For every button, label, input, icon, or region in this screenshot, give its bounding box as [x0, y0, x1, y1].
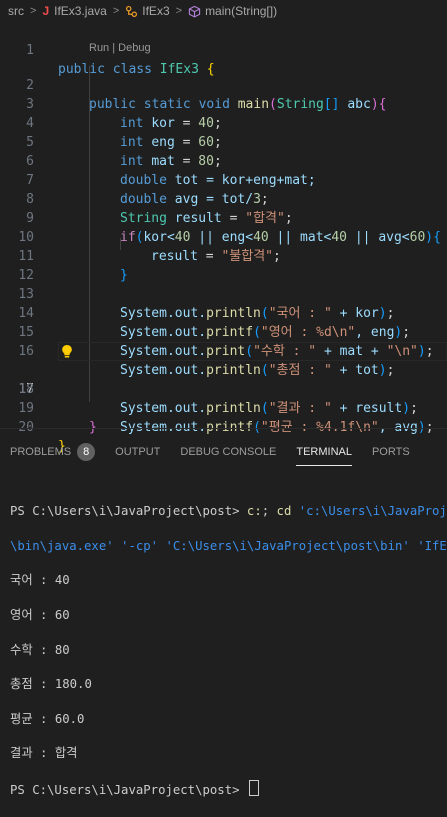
code-line: 9 if(kor<40 || eng<40 || mat<40 || avg<6… [0, 190, 447, 245]
breadcrumb-class-label: IfEx3 [142, 4, 170, 18]
code-line: 2 public static void main(String[] abc){ [0, 57, 447, 112]
terminal-line: PS C:\Users\i\JavaProject\post> c:; cd '… [10, 504, 447, 519]
code-line: 14 System.out.printf("영어 : %d\n", eng); [0, 285, 447, 340]
tab-output[interactable]: OUTPUT [115, 432, 160, 472]
tab-ports[interactable]: PORTS [372, 432, 410, 472]
terminal-line: 평균 : 60.0 [10, 711, 85, 726]
panel-tabs: PROBLEMS 8 OUTPUT DEBUG CONSOLE TERMINAL… [0, 432, 447, 472]
code-line: 10 result = "불합격"; [0, 209, 447, 264]
code-line-active: 17 System.out.printf("평균 : %4.1f\n", avg… [0, 342, 447, 435]
code-line: 6 double tot = kor+eng+mat; [0, 133, 447, 188]
current-line-highlight [58, 342, 447, 361]
terminal-line: 영어 : 60 [10, 608, 70, 623]
breadcrumb-method[interactable]: main(String[]) [188, 4, 277, 18]
panel-divider [0, 428, 447, 429]
java-file-icon: J [42, 4, 50, 18]
code-line: 7 double avg = tot/3; [0, 152, 447, 207]
code-editor[interactable]: 1 public class IfEx3 { Run | Debug 2 pub… [0, 22, 447, 454]
terminal-line: 수학 : 80 [10, 642, 70, 657]
terminal-cursor [248, 780, 259, 797]
breadcrumb-method-label: main(String[]) [205, 4, 278, 18]
lightbulb-icon[interactable] [61, 344, 73, 359]
method-cube-icon [188, 5, 201, 18]
code-line: 8 String result = "합격"; [0, 171, 447, 226]
code-line: 13 System.out.println("국어 : " + kor); [0, 266, 447, 321]
problems-count-badge: 8 [77, 443, 96, 461]
breadcrumb-file-label: IfEx3.java [54, 4, 107, 18]
code-line: 5 int mat = 80; [0, 114, 447, 169]
chevron-right-icon: > [112, 5, 120, 17]
tab-debug-console[interactable]: DEBUG CONSOLE [180, 432, 276, 472]
breadcrumb-class[interactable]: IfEx3 [125, 4, 170, 18]
terminal-line: \bin\java.exe' '-cp' 'C:\Users\i\JavaPro… [10, 538, 447, 553]
breadcrumb-file[interactable]: J IfEx3.java [42, 4, 106, 18]
terminal-line: 국어 : 40 [10, 573, 70, 588]
code-line: 20 } [0, 399, 447, 454]
class-icon [126, 5, 138, 17]
terminal-line: 총점 : 180.0 [10, 677, 92, 692]
code-line: 3 int kor = 40; [0, 76, 447, 131]
breadcrumb-folder[interactable]: src [8, 4, 24, 18]
code-line: 1 public class IfEx3 { [0, 22, 447, 77]
code-line: 15 System.out.print("수학 : " + mat + "\n"… [0, 304, 447, 359]
chevron-right-icon: > [30, 5, 37, 17]
code-line: 19 } [0, 380, 447, 435]
code-line: 4 int eng = 60; [0, 95, 447, 150]
tab-terminal[interactable]: TERMINAL [296, 432, 352, 472]
code-line: 11 } [0, 228, 447, 283]
code-line: 18 System.out.println("결과 : " + result); [0, 361, 447, 416]
chevron-right-icon: > [175, 5, 183, 17]
code-line: 12 [0, 247, 447, 283]
terminal-line: PS C:\Users\i\JavaProject\post> [10, 780, 447, 799]
code-line: 16 System.out.println("총점 : " + tot); [0, 323, 447, 378]
terminal-line: 결과 : 합격 [10, 746, 78, 761]
codelens-run-debug[interactable]: Run | Debug [89, 40, 151, 56]
terminal-output[interactable]: PS C:\Users\i\JavaProject\post> c:; cd '… [10, 486, 447, 817]
tab-problems[interactable]: PROBLEMS 8 [10, 432, 96, 472]
breadcrumb: src > J IfEx3.java > IfEx3 > main(String… [0, 0, 447, 22]
